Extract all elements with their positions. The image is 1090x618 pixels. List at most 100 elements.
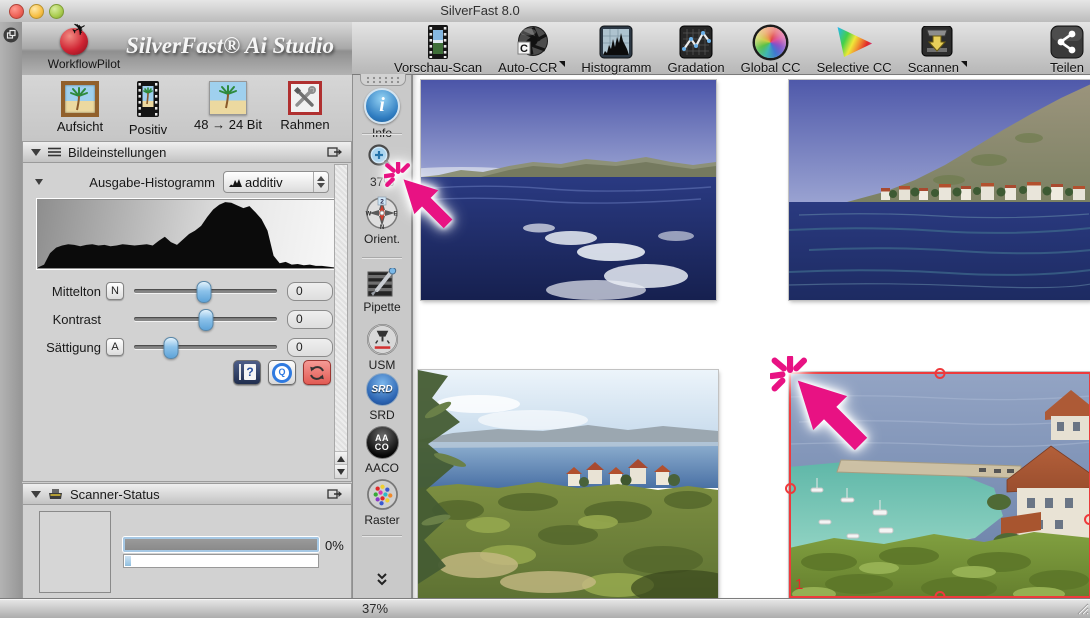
frame-handle-bottom[interactable]	[935, 591, 946, 598]
mode-label: Positiv	[129, 122, 167, 137]
tool-srd[interactable]: SRD SRD	[353, 373, 411, 422]
saturation-slider[interactable]	[134, 336, 277, 358]
slider-thumb[interactable]	[164, 337, 179, 359]
slider-thumb[interactable]	[197, 281, 212, 303]
mode-button-bit-depth[interactable]: 48 → 24 Bit	[182, 81, 274, 132]
collapse-tools-chevron-icon[interactable]	[353, 573, 411, 587]
titlebar: SilverFast 8.0	[0, 0, 1090, 23]
collapse-triangle-icon[interactable]	[31, 491, 41, 498]
toolbar-button-scannen[interactable]: Scannen	[908, 22, 967, 75]
saturation-value-field[interactable]: 0	[287, 338, 333, 357]
tool-raster[interactable]: Raster	[353, 478, 411, 527]
slider-row-saturation: Sättigung A 0	[35, 335, 333, 359]
frame-handle-left[interactable]	[785, 483, 796, 494]
reflective-original-icon	[61, 81, 99, 117]
workflow-pilot-label: WorkflowPilot	[30, 57, 138, 71]
dropdown-stepper-icon[interactable]	[313, 172, 328, 192]
tool-aaco[interactable]: AACO AACO	[353, 426, 411, 475]
preview-image-1[interactable]	[421, 80, 716, 300]
preview-image-3[interactable]	[418, 370, 718, 598]
panel-title: Bildeinstellungen	[68, 145, 166, 160]
toolbar-button-auto-ccr[interactable]: C Auto-CCR	[498, 22, 565, 75]
workflow-pilot-button[interactable]: ✈	[60, 25, 92, 55]
reset-button[interactable]	[303, 360, 331, 385]
share-icon	[1050, 25, 1084, 59]
scan-progress-percent: 0%	[325, 538, 344, 553]
resize-grip-icon[interactable]	[1075, 601, 1089, 618]
collapse-triangle-icon[interactable]	[31, 149, 41, 156]
output-histogram-row: Ausgabe-Histogramm additiv	[35, 170, 329, 194]
toolbar-button-histogramm[interactable]: Histogramm	[581, 22, 651, 75]
preview-image-2[interactable]	[789, 80, 1090, 300]
scan-progress-group	[123, 537, 319, 568]
preview-area[interactable]: 1	[412, 75, 1090, 598]
divider	[362, 133, 402, 134]
help-button[interactable]: ?	[233, 360, 261, 385]
tool-pipette[interactable]: Pipette	[353, 268, 411, 314]
srd-icon: SRD	[366, 373, 399, 406]
detach-panel-icon[interactable]	[327, 146, 343, 158]
frame-handle-top[interactable]	[935, 368, 946, 379]
contrast-slider[interactable]	[134, 308, 277, 330]
midtone-auto-badge[interactable]: N	[106, 282, 124, 300]
slider-label: Sättigung	[35, 340, 101, 355]
statusbar: 37%	[0, 598, 1090, 618]
svg-text:C: C	[520, 43, 528, 55]
bit-depth-icon	[209, 81, 247, 115]
submenu-marker-icon	[559, 61, 565, 67]
slider-row-contrast: Kontrast 0	[35, 307, 333, 331]
global-cc-icon	[755, 25, 786, 59]
frame-handle-right[interactable]	[1084, 514, 1090, 525]
mode-button-rahmen[interactable]: Rahmen	[276, 81, 334, 132]
toolbar-label: Vorschau-Scan	[394, 60, 482, 75]
mode-button-aufsicht[interactable]: Aufsicht	[52, 81, 108, 134]
menu-icon[interactable]	[48, 147, 61, 157]
collapse-triangle-icon[interactable]	[35, 179, 43, 185]
scanner-status-header[interactable]: Scanner-Status	[23, 484, 351, 505]
scroll-up-icon[interactable]	[335, 451, 347, 465]
quicktime-icon: Q	[272, 363, 292, 383]
collapse-panel-icon[interactable]	[3, 27, 19, 43]
scanner-status-panel: Scanner-Status 0%	[22, 483, 352, 600]
toolbar-button-selective-cc[interactable]: Selective CC	[817, 22, 892, 75]
quicktime-button[interactable]: Q	[268, 360, 296, 385]
saturation-auto-badge[interactable]: A	[106, 338, 124, 356]
scan-preview-thumbnail	[39, 511, 111, 593]
help-icon: ?	[244, 364, 256, 380]
frame-number: 1	[795, 576, 803, 593]
preview-scan-icon	[422, 25, 454, 59]
toolbar-label: Histogramm	[581, 60, 651, 75]
panel-title: Scanner-Status	[70, 487, 160, 502]
histogram-mode-value: additiv	[245, 175, 313, 190]
zoom-level-text: 37%	[362, 601, 388, 616]
scan-progress-bar	[123, 554, 319, 568]
midtone-slider[interactable]	[134, 280, 277, 302]
output-histogram-label: Ausgabe-Histogramm	[51, 175, 215, 190]
toolbar-button-global-cc[interactable]: Global CC	[741, 22, 801, 75]
scroll-down-icon[interactable]	[335, 464, 347, 478]
toolbar-button-gradation[interactable]: Gradation	[668, 22, 725, 75]
slider-label: Kontrast	[35, 312, 101, 327]
positive-film-icon	[134, 81, 162, 120]
slider-label: Mittelton	[35, 284, 101, 299]
tool-column-grip[interactable]	[360, 74, 406, 86]
mode-bar: Aufsicht	[22, 75, 352, 142]
image-settings-header[interactable]: Bildeinstellungen	[23, 142, 351, 163]
toolbar-label: Teilen	[1050, 60, 1084, 75]
histogram-mode-dropdown[interactable]: additiv	[223, 171, 329, 193]
selective-cc-icon	[836, 25, 872, 59]
toolbar-button-teilen[interactable]: Teilen	[1050, 22, 1084, 75]
mode-label: Aufsicht	[57, 119, 103, 134]
slider-thumb[interactable]	[198, 309, 213, 331]
detach-panel-icon[interactable]	[327, 488, 343, 500]
tool-usm[interactable]: USM	[353, 323, 411, 372]
settings-scrollbar[interactable]	[334, 164, 348, 479]
toolbar-button-vorschau-scan[interactable]: Vorschau-Scan	[394, 22, 482, 75]
mode-button-positiv[interactable]: Positiv	[122, 81, 174, 137]
output-histogram-display	[37, 199, 335, 269]
gradation-icon	[679, 25, 713, 59]
scan-progress-fill	[125, 556, 131, 566]
contrast-value-field[interactable]: 0	[287, 310, 333, 329]
midtone-value-field[interactable]: 0	[287, 282, 333, 301]
settings-buttons: ? Q	[233, 360, 331, 385]
